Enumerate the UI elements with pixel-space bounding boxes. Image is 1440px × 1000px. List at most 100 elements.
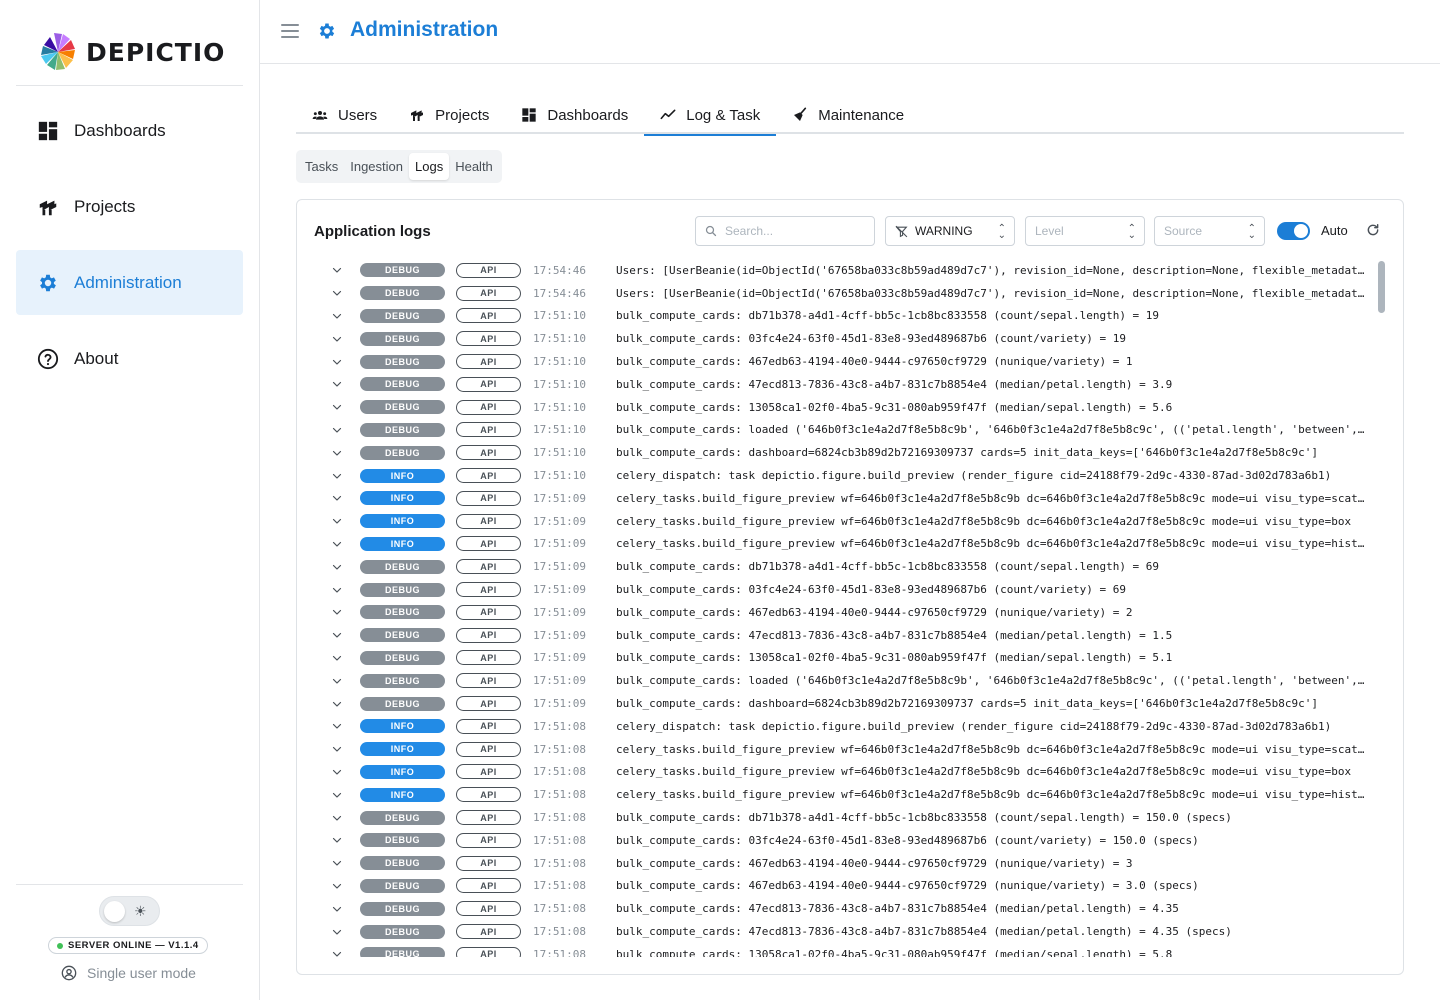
log-timestamp: 17:51:08 [533, 742, 586, 756]
sidebar-item-dashboards[interactable]: Dashboards [16, 98, 243, 163]
log-row[interactable]: INFO API 17:51:08 celery_tasks.build_figure… [297, 761, 1375, 784]
chevron-down-icon[interactable] [330, 742, 344, 756]
chevron-down-icon[interactable] [330, 286, 344, 300]
log-timestamp: 17:51:09 [533, 628, 586, 642]
chevron-down-icon[interactable] [330, 423, 344, 437]
chevron-down-icon[interactable] [330, 491, 344, 505]
log-list[interactable]: DEBUG API 17:54:46 Users: [UserBeanie(id=Ob… [297, 259, 1375, 957]
log-row[interactable]: DEBUG API 17:51:10 bulk_compute_cards: 1305… [297, 396, 1375, 419]
log-source-badge: API [456, 445, 521, 461]
chevron-down-icon[interactable] [330, 309, 344, 323]
log-row[interactable]: INFO API 17:51:08 celery_dispatch: task dep… [297, 715, 1375, 738]
log-row[interactable]: DEBUG API 17:51:10 bulk_compute_cards: 47ec… [297, 373, 1375, 396]
log-row[interactable]: DEBUG API 17:51:08 bulk_compute_cards: 467e… [297, 852, 1375, 875]
log-row[interactable]: DEBUG API 17:51:10 bulk_compute_cards: load… [297, 419, 1375, 442]
subtab-logs[interactable]: Logs [409, 153, 450, 180]
log-row[interactable]: DEBUG API 17:51:08 bulk_compute_cards: 1305… [297, 943, 1375, 957]
sidebar-item-administration[interactable]: Administration [16, 250, 243, 315]
log-row[interactable]: DEBUG API 17:51:09 bulk_compute_cards: 1305… [297, 647, 1375, 670]
log-row[interactable]: DEBUG API 17:51:09 bulk_compute_cards: 03fc… [297, 578, 1375, 601]
log-row[interactable]: INFO API 17:51:09 celery_tasks.build_figure… [297, 533, 1375, 556]
chevron-down-icon[interactable] [330, 605, 344, 619]
chevron-down-icon[interactable] [330, 628, 344, 642]
subtab-health[interactable]: Health [449, 153, 499, 180]
sidebar-item-about[interactable]: About [16, 326, 243, 391]
log-row[interactable]: DEBUG API 17:51:08 bulk_compute_cards: 03fc… [297, 829, 1375, 852]
chevron-down-icon[interactable] [330, 697, 344, 711]
chevron-down-icon[interactable] [330, 856, 344, 870]
theme-toggle[interactable]: ☀ [99, 896, 160, 926]
chevron-down-icon[interactable] [330, 355, 344, 369]
tab-dashboards[interactable]: Dashboards [505, 96, 644, 134]
chevron-down-icon[interactable] [330, 469, 344, 483]
log-message: celery_tasks.build_figure_preview wf=646… [616, 491, 1366, 505]
log-source-badge: API [456, 285, 521, 301]
sidebar-item-projects[interactable]: Projects [16, 174, 243, 239]
chevron-down-icon[interactable] [330, 583, 344, 597]
log-level-badge: DEBUG [360, 924, 445, 939]
log-row[interactable]: DEBUG API 17:51:09 bulk_compute_cards: dash… [297, 692, 1375, 715]
chevron-down-icon[interactable] [330, 560, 344, 574]
log-row[interactable]: DEBUG API 17:51:09 bulk_compute_cards: db71… [297, 555, 1375, 578]
log-row[interactable]: DEBUG API 17:51:09 bulk_compute_cards: 467e… [297, 601, 1375, 624]
chevron-down-icon[interactable] [330, 514, 344, 528]
log-row[interactable]: INFO API 17:51:08 celery_tasks.build_figure… [297, 738, 1375, 761]
chevron-down-icon[interactable] [330, 947, 344, 957]
chevron-down-icon[interactable] [330, 833, 344, 847]
chevron-down-icon[interactable] [330, 332, 344, 346]
chevron-down-icon[interactable] [330, 651, 344, 665]
tab-maintenance[interactable]: Maintenance [776, 96, 920, 134]
log-scrollbar-thumb[interactable] [1378, 261, 1385, 313]
chevron-down-icon[interactable] [330, 902, 344, 916]
tab-projects[interactable]: Projects [393, 96, 505, 134]
app-logo[interactable]: DEPICTIO [36, 30, 225, 74]
subtab-tasks[interactable]: Tasks [299, 153, 344, 180]
chevron-down-icon[interactable] [330, 925, 344, 939]
sidebar: DEPICTIO Dashboards Projects Administrat… [0, 0, 260, 1000]
log-row[interactable]: DEBUG API 17:51:08 bulk_compute_cards: db71… [297, 806, 1375, 829]
log-row[interactable]: DEBUG API 17:51:09 bulk_compute_cards: load… [297, 669, 1375, 692]
level-select[interactable]: Level ⌃ ⌄ [1025, 216, 1145, 246]
chevron-down-icon[interactable] [330, 400, 344, 414]
log-row[interactable]: DEBUG API 17:51:10 bulk_compute_cards: 467e… [297, 350, 1375, 373]
menu-toggle-button[interactable] [281, 22, 299, 40]
sidebar-divider-bottom [16, 884, 243, 885]
log-row[interactable]: DEBUG API 17:51:09 bulk_compute_cards: 47ec… [297, 624, 1375, 647]
log-message: bulk_compute_cards: 467edb63-4194-40e0-9… [616, 605, 1133, 619]
chevron-down-icon[interactable] [330, 446, 344, 460]
chevron-down-icon[interactable] [330, 765, 344, 779]
log-row[interactable]: DEBUG API 17:51:10 bulk_compute_cards: 03fc… [297, 327, 1375, 350]
log-level-badge: DEBUG [360, 354, 445, 369]
log-row[interactable]: INFO API 17:51:09 celery_tasks.build_figure… [297, 510, 1375, 533]
chevron-down-icon[interactable] [330, 811, 344, 825]
chevron-down-icon[interactable] [330, 719, 344, 733]
log-row[interactable]: INFO API 17:51:09 celery_tasks.build_figure… [297, 487, 1375, 510]
log-level-badge: DEBUG [360, 856, 445, 871]
log-row[interactable]: INFO API 17:51:08 celery_tasks.build_figure… [297, 783, 1375, 806]
log-source-badge: API [456, 787, 521, 803]
auto-refresh-switch[interactable] [1277, 222, 1310, 240]
chevron-down-icon[interactable] [330, 537, 344, 551]
log-row[interactable]: DEBUG API 17:51:10 bulk_compute_cards: db71… [297, 305, 1375, 328]
log-row[interactable]: DEBUG API 17:51:08 bulk_compute_cards: 47ec… [297, 897, 1375, 920]
chevron-down-icon[interactable] [330, 879, 344, 893]
subtab-ingestion[interactable]: Ingestion [344, 153, 409, 180]
chevron-down-icon[interactable] [330, 377, 344, 391]
log-row[interactable]: DEBUG API 17:51:08 bulk_compute_cards: 47ec… [297, 920, 1375, 943]
log-row[interactable]: INFO API 17:51:10 celery_dispatch: task dep… [297, 464, 1375, 487]
refresh-icon[interactable] [1366, 223, 1380, 237]
log-row[interactable]: DEBUG API 17:54:46 Users: [UserBeanie(id=Ob… [297, 282, 1375, 305]
chevron-down-icon[interactable] [330, 263, 344, 277]
chevron-down-icon[interactable] [330, 674, 344, 688]
log-message: bulk_compute_cards: 467edb63-4194-40e0-9… [616, 879, 1199, 893]
chevron-down-icon[interactable] [330, 788, 344, 802]
tab-users[interactable]: Users [296, 96, 393, 134]
tab-log-and-task[interactable]: Log & Task [644, 96, 777, 136]
log-row[interactable]: DEBUG API 17:51:10 bulk_compute_cards: dash… [297, 441, 1375, 464]
log-row[interactable]: DEBUG API 17:54:46 Users: [UserBeanie(id=Ob… [297, 259, 1375, 282]
min-level-select[interactable]: WARNING ⌃ ⌄ [885, 216, 1015, 246]
log-row[interactable]: DEBUG API 17:51:08 bulk_compute_cards: 467e… [297, 875, 1375, 898]
search-input[interactable]: Search... [695, 216, 875, 246]
log-level-badge: INFO [360, 536, 445, 551]
source-select[interactable]: Source ⌃ ⌄ [1154, 216, 1265, 246]
